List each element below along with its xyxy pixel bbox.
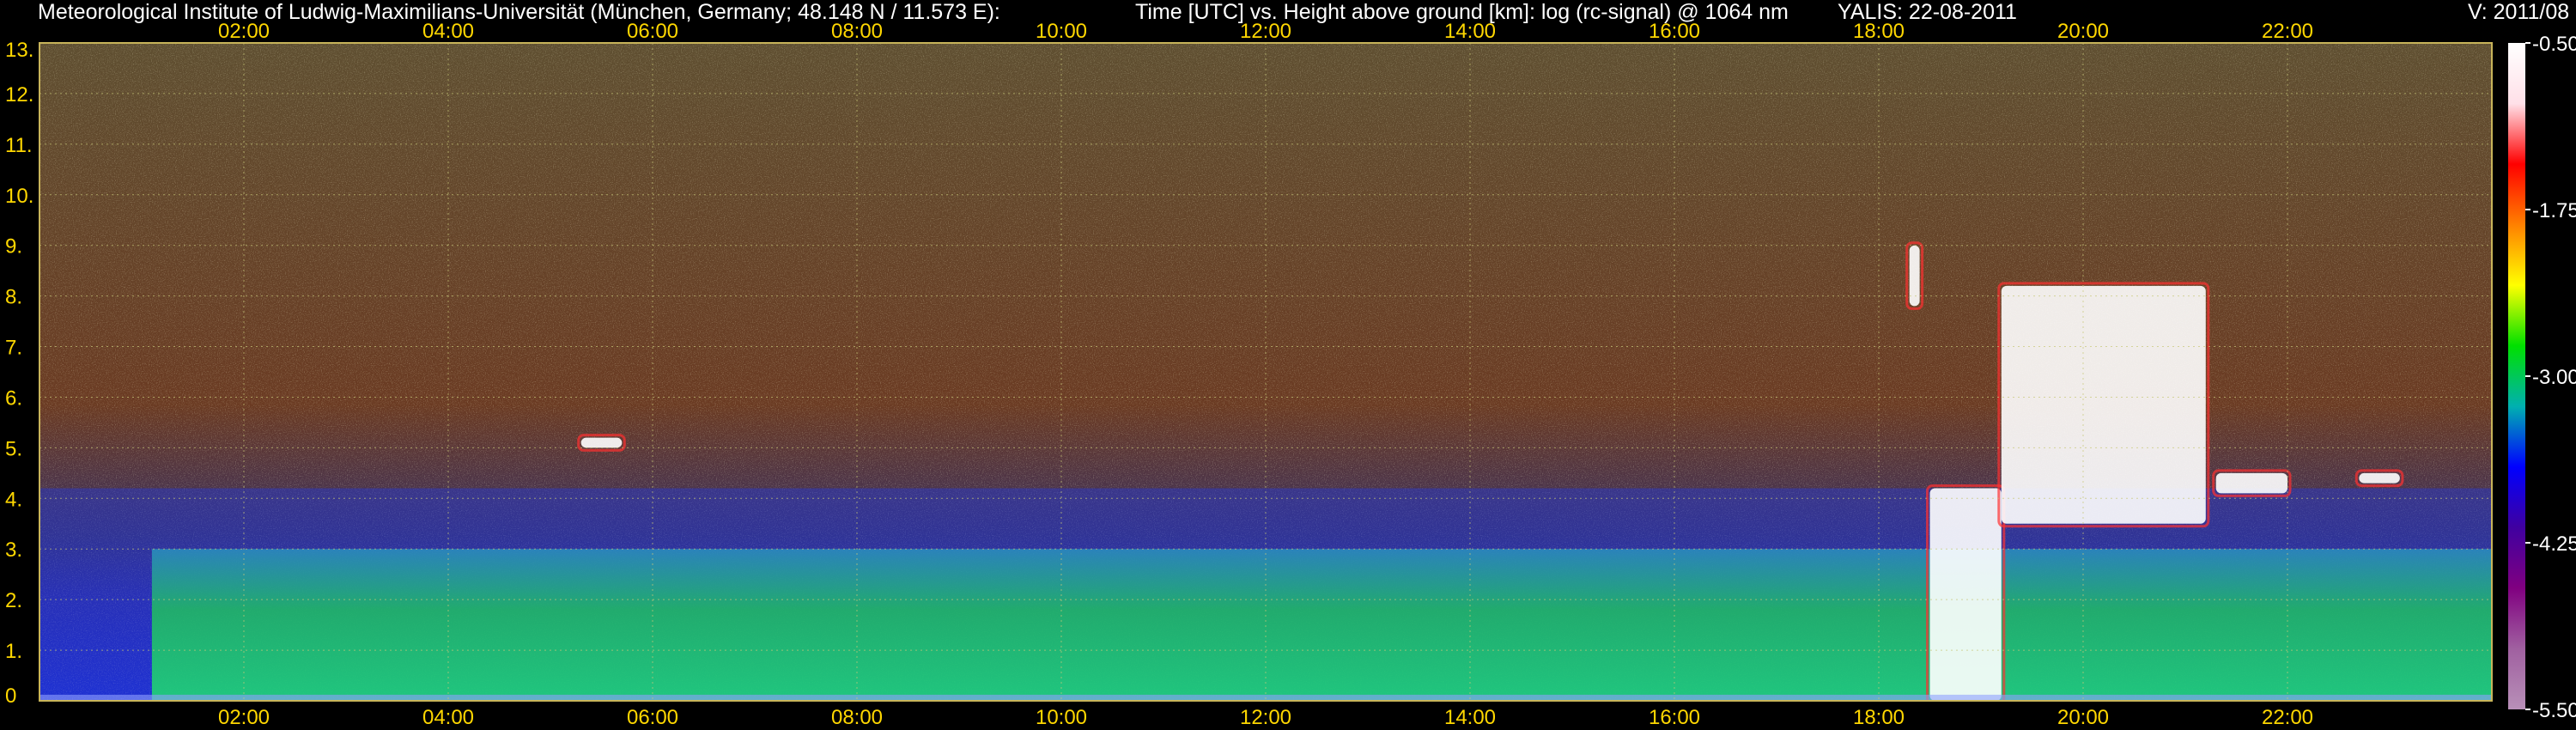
y-tick-label: 1.	[5, 640, 22, 663]
y-tick-label: 12.	[5, 83, 33, 106]
colorbar-tick-label: -5.50	[2532, 699, 2576, 722]
x-tick-label-bottom: 08:00	[831, 706, 883, 729]
x-tick-label-bottom: 14:00	[1444, 706, 1496, 729]
colorbar: -0.50 -1.75 -3.00 -4.25 -5.50	[2508, 33, 2576, 722]
feature-cloud	[2359, 472, 2400, 484]
y-tick-label: 13.	[5, 39, 33, 62]
x-tick-label-top: 20:00	[2057, 20, 2109, 43]
y-tick-label: 11.	[5, 134, 33, 157]
x-tick-label-bottom: 06:00	[627, 706, 678, 729]
feature-cloud	[580, 437, 623, 448]
colorbar-strip	[2508, 43, 2525, 709]
x-tick-label-top: 04:00	[422, 20, 474, 43]
x-tick-label-top: 02:00	[218, 20, 270, 43]
x-tick-label-top: 14:00	[1444, 20, 1496, 43]
x-tick-label-bottom: 22:00	[2262, 706, 2313, 729]
colorbar-tick-label: -4.25	[2532, 532, 2576, 556]
lidar-heatmap-chart: 02:00 02:00 04:00 04:00 06:00 06:00 08:00 08:00…	[5, 20, 2576, 729]
x-tick-label-bottom: 20:00	[2057, 706, 2109, 729]
x-tick-label-bottom: 02:00	[218, 706, 270, 729]
x-tick-label-top: 12:00	[1240, 20, 1291, 43]
x-tick-label-top: 18:00	[1853, 20, 1905, 43]
x-tick-label-bottom: 16:00	[1649, 706, 1700, 729]
feature-cloud	[2215, 472, 2287, 494]
lidar-plot-stage: Meteorological Institute of Ludwig-Maxim…	[0, 0, 2576, 730]
x-tick-label-bottom: 10:00	[1036, 706, 1087, 729]
colorbar-tick-label: -3.00	[2532, 366, 2576, 389]
feature-cloud	[2001, 285, 2206, 524]
x-tick-label-top: 06:00	[627, 20, 678, 43]
y-tick-label: 9.	[5, 235, 22, 259]
feature-cloud	[1909, 245, 1920, 307]
colorbar-tick-label: -1.75	[2532, 199, 2576, 222]
colorbar-tick-label: -0.50	[2532, 33, 2576, 56]
y-tick-label: 2.	[5, 589, 22, 612]
x-tick-label-bottom: 12:00	[1240, 706, 1291, 729]
y-tick-label: 5.	[5, 437, 22, 460]
y-tick-label: 4.	[5, 488, 22, 511]
y-tick-label: 7.	[5, 337, 22, 360]
x-tick-label-top: 16:00	[1649, 20, 1700, 43]
y-tick-label: 6.	[5, 386, 22, 410]
x-tick-label-top: 22:00	[2262, 20, 2313, 43]
feature-convective-cloud	[1929, 488, 2002, 701]
y-tick-label: 8.	[5, 286, 22, 309]
x-tick-label-bottom: 18:00	[1853, 706, 1905, 729]
x-tick-label-top: 10:00	[1036, 20, 1087, 43]
x-tick-label-top: 08:00	[831, 20, 883, 43]
feature-boundary-layer	[151, 549, 2492, 701]
y-tick-label: 3.	[5, 538, 22, 562]
x-tick-label-bottom: 04:00	[422, 706, 474, 729]
y-tick-label: 10.	[5, 185, 33, 208]
y-tick-label: 0	[5, 684, 16, 708]
